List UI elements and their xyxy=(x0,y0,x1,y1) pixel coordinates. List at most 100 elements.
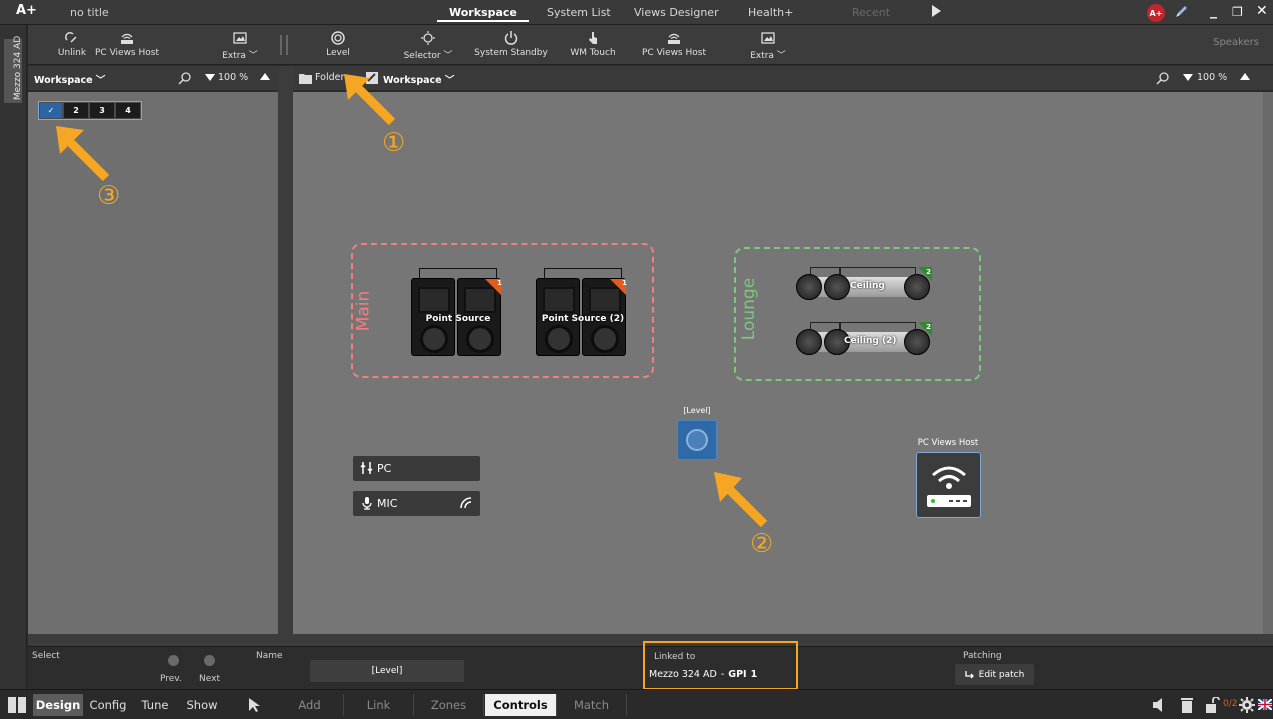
mic-icon xyxy=(362,497,372,510)
input-mic[interactable]: MIC xyxy=(353,491,480,516)
image-icon xyxy=(761,32,775,44)
speaker-volume-icon[interactable] xyxy=(1152,698,1168,712)
annotation-arrow-3 xyxy=(56,126,110,182)
touch-icon xyxy=(589,32,597,44)
unlock-icon[interactable] xyxy=(1206,697,1220,713)
left-panel-header: Workspace ﹀ 100 % xyxy=(28,66,278,91)
edit-patch-button[interactable]: Edit patch xyxy=(955,664,1034,685)
page-tab-3[interactable]: 3 xyxy=(90,103,114,118)
name-field[interactable]: [Level] xyxy=(310,660,464,682)
play-icon[interactable] xyxy=(932,5,941,17)
router-icon xyxy=(927,466,971,507)
page-tab-2[interactable]: 2 xyxy=(64,103,88,118)
mode-tune[interactable]: Tune xyxy=(135,694,175,716)
app-logo[interactable]: A+ xyxy=(16,3,37,18)
ceiling-disc xyxy=(796,274,822,300)
settings-gear-icon[interactable] xyxy=(1239,697,1255,713)
subtab-zones[interactable]: Zones xyxy=(414,694,484,716)
system-standby-tool[interactable]: System Standby xyxy=(471,25,551,65)
pc-views-host-widget[interactable] xyxy=(916,452,981,518)
linked-to-highlight xyxy=(643,641,798,690)
zoom-fit-icon[interactable] xyxy=(178,71,192,85)
point-source-1[interactable]: 1 Point Source xyxy=(411,268,505,360)
level-widget-label: [Level] xyxy=(683,406,711,415)
title-bar: A+ no title Workspace System List Views … xyxy=(0,0,1273,25)
subtab-match[interactable]: Match xyxy=(557,694,627,716)
zoom-out-icon[interactable] xyxy=(1183,74,1193,81)
tab-system-list[interactable]: System List xyxy=(547,6,611,19)
page-tab-4[interactable]: 4 xyxy=(116,103,140,118)
ceiling-badge-number: 2 xyxy=(926,323,931,331)
speaker-rigging xyxy=(419,268,497,278)
annotation-marker-1: ① xyxy=(382,128,406,158)
close-button[interactable]: ✕ xyxy=(1256,3,1268,19)
dial-icon xyxy=(421,31,435,45)
point-source-1-name: Point Source xyxy=(425,314,491,324)
mode-config[interactable]: Config xyxy=(85,694,131,716)
level-widget[interactable] xyxy=(677,420,717,460)
selector-tool[interactable]: Selector ﹀ xyxy=(398,25,458,65)
zoom-in-icon[interactable] xyxy=(260,73,270,80)
zone-main-label: Main xyxy=(353,290,374,332)
restore-button[interactable]: ❐ xyxy=(1232,5,1243,19)
pc-views-host-tool[interactable]: PC Views Host xyxy=(639,25,709,65)
device-tab-label: Mezzo 324 AD xyxy=(13,35,24,101)
ceiling-wire xyxy=(840,322,916,332)
rocket-icon[interactable] xyxy=(1173,4,1189,20)
subtab-link[interactable]: Link xyxy=(344,694,414,716)
level-tool[interactable]: Level xyxy=(318,25,358,65)
ceiling-1-name: Ceiling xyxy=(850,281,885,291)
canvas-scrollbar-vertical[interactable] xyxy=(1263,92,1273,634)
pc-views-host-tool-left[interactable]: PC Views Host xyxy=(92,25,162,65)
zoom-in-icon[interactable] xyxy=(1240,73,1250,80)
left-panel-scrollbar[interactable] xyxy=(278,66,293,634)
point-source-2[interactable]: 1 Point Source (2) xyxy=(536,268,630,360)
zoom-out-icon[interactable] xyxy=(205,74,215,81)
ceiling-1[interactable]: Ceiling 2 xyxy=(796,267,932,303)
next-label: Next xyxy=(199,674,220,684)
input-pc-label: PC xyxy=(377,462,392,475)
minimize-button[interactable]: _ xyxy=(1210,3,1217,19)
prev-button[interactable] xyxy=(168,655,179,666)
unlink-button[interactable]: Unlink xyxy=(54,25,90,65)
annotation-marker-2: ② xyxy=(750,529,774,559)
tab-health-plus[interactable]: Health+ xyxy=(748,6,793,19)
tab-views-designer[interactable]: Views Designer xyxy=(634,6,719,19)
device-tab[interactable]: Mezzo 324 AD xyxy=(4,35,24,103)
patching-label: Patching xyxy=(963,651,1002,661)
wm-touch-tool[interactable]: WM Touch xyxy=(565,25,621,65)
page-tab-1[interactable]: ✓ xyxy=(40,103,62,118)
pointer-icon[interactable] xyxy=(248,697,262,713)
trash-icon[interactable] xyxy=(1180,697,1194,713)
counter: 0/2 xyxy=(1223,699,1238,709)
subtab-controls[interactable]: Controls xyxy=(485,694,557,716)
extra-tool[interactable]: Extra ﹀ xyxy=(740,25,796,65)
mode-design[interactable]: Design xyxy=(33,694,83,716)
left-workspace-dropdown[interactable]: Workspace ﹀ xyxy=(34,72,105,86)
extra-tool-left[interactable]: Extra ﹀ xyxy=(212,25,268,65)
speaker-rigging xyxy=(544,268,622,278)
speaker-badge-number: 1 xyxy=(622,279,627,287)
tab-workspace[interactable]: Workspace xyxy=(437,6,529,22)
speakers-label[interactable]: Speakers xyxy=(1213,37,1259,48)
avatar[interactable]: A+ xyxy=(1147,4,1165,22)
ceiling-2[interactable]: Ceiling (2) 2 xyxy=(796,322,932,358)
toolbar: Unlink PC Views Host Extra ﹀ Level Selec… xyxy=(28,25,1273,65)
ceiling-badge-number: 2 xyxy=(926,268,931,276)
input-pc[interactable]: PC xyxy=(353,456,480,481)
level-knob-icon[interactable] xyxy=(686,429,708,451)
toolbar-splitter[interactable] xyxy=(280,35,288,55)
document-title: no title xyxy=(70,6,109,19)
subtab-add[interactable]: Add xyxy=(276,694,344,716)
router-icon xyxy=(121,33,133,44)
annotation-marker-3: ③ xyxy=(97,181,121,211)
level-link-icon xyxy=(460,497,472,509)
uk-flag-icon[interactable] xyxy=(1258,699,1272,710)
zoom-fit-icon[interactable] xyxy=(1156,71,1170,85)
panels-toggle-icon[interactable] xyxy=(8,697,26,713)
mode-show[interactable]: Show xyxy=(180,694,224,716)
knob-icon xyxy=(331,31,345,45)
left-zoom-level: 100 % xyxy=(218,72,249,83)
next-button[interactable] xyxy=(204,655,215,666)
name-label: Name xyxy=(256,651,283,661)
